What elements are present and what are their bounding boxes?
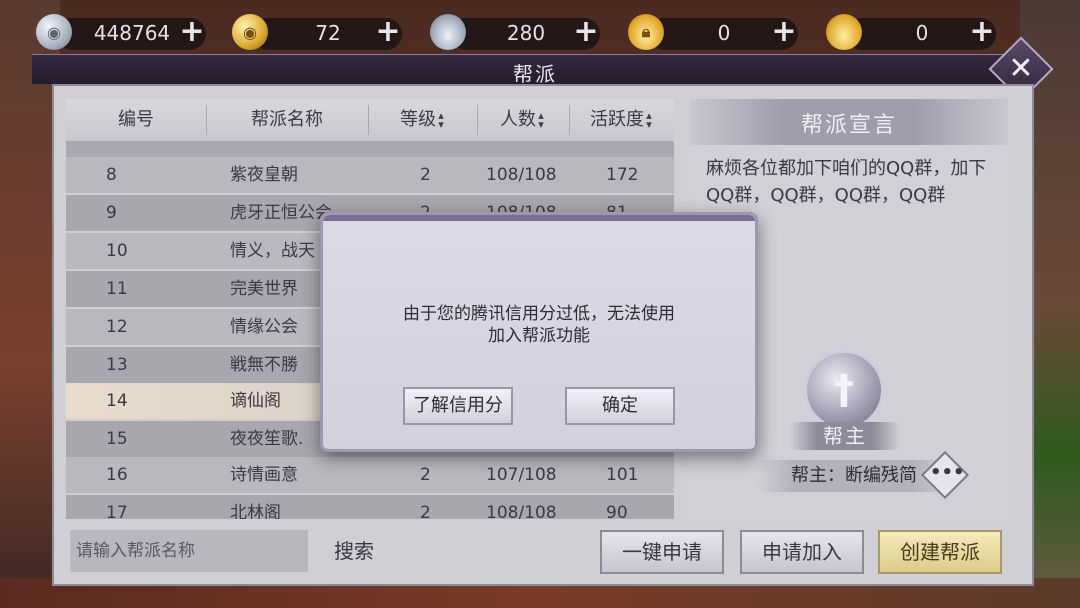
- dialog-message-line2: 加入帮派功能: [488, 326, 590, 346]
- dialog-message-line1: 由于您的腾讯信用分过低，无法使用: [403, 304, 675, 324]
- dialog-message: 由于您的腾讯信用分过低，无法使用 加入帮派功能: [343, 303, 735, 347]
- learn-credit-button[interactable]: 了解信用分: [403, 387, 513, 425]
- credit-warning-dialog: 由于您的腾讯信用分过低，无法使用 加入帮派功能 了解信用分 确定: [320, 212, 758, 452]
- confirm-button[interactable]: 确定: [565, 387, 675, 425]
- dialog-top-border: [323, 215, 755, 221]
